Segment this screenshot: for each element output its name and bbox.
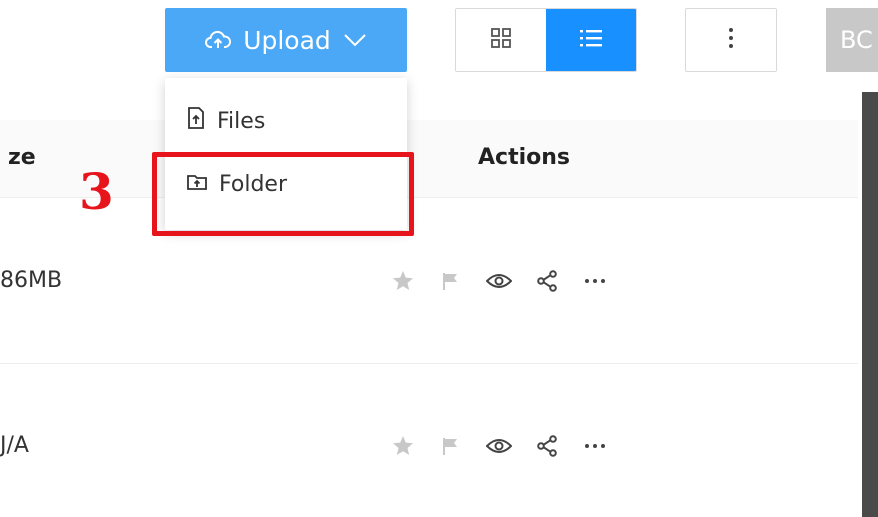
- flag-icon[interactable]: [438, 268, 464, 294]
- more-horizontal-icon[interactable]: [582, 268, 608, 294]
- row-size-cell: J/A: [0, 433, 29, 458]
- menu-item-label: Files: [217, 108, 266, 134]
- table-header: [0, 120, 858, 198]
- share-icon[interactable]: [534, 433, 560, 459]
- row-actions: [390, 268, 608, 294]
- grid-view-icon: [490, 27, 512, 53]
- annotation-highlight-box: [152, 152, 414, 236]
- column-header-actions: Actions: [478, 145, 570, 170]
- view-toggle-group: [455, 8, 637, 72]
- row-size-cell: 86MB: [0, 268, 63, 293]
- list-view-icon: [579, 28, 603, 52]
- upload-label: Upload: [243, 25, 331, 55]
- eye-icon[interactable]: [486, 268, 512, 294]
- row-actions: [390, 433, 608, 459]
- menu-item-files[interactable]: Files: [187, 107, 265, 135]
- row-divider: [0, 363, 858, 364]
- annotation-step-number: 3: [79, 162, 114, 221]
- column-header-size[interactable]: ze: [8, 145, 36, 170]
- more-horizontal-icon[interactable]: [582, 433, 608, 459]
- star-icon[interactable]: [390, 268, 416, 294]
- avatar-initials: BC: [840, 26, 873, 54]
- star-icon[interactable]: [390, 433, 416, 459]
- avatar[interactable]: BC: [826, 8, 878, 72]
- file-upload-icon: [187, 107, 205, 135]
- panel-edge: [862, 92, 878, 517]
- list-view-button[interactable]: [546, 9, 636, 71]
- more-options-button[interactable]: [685, 8, 777, 72]
- grid-view-button[interactable]: [456, 9, 546, 71]
- upload-button[interactable]: Upload: [165, 8, 407, 72]
- chevron-down-icon: [343, 33, 367, 47]
- flag-icon[interactable]: [438, 433, 464, 459]
- eye-icon[interactable]: [486, 433, 512, 459]
- cloud-upload-icon: [205, 30, 232, 50]
- vertical-ellipsis-icon: [728, 27, 734, 53]
- share-icon[interactable]: [534, 268, 560, 294]
